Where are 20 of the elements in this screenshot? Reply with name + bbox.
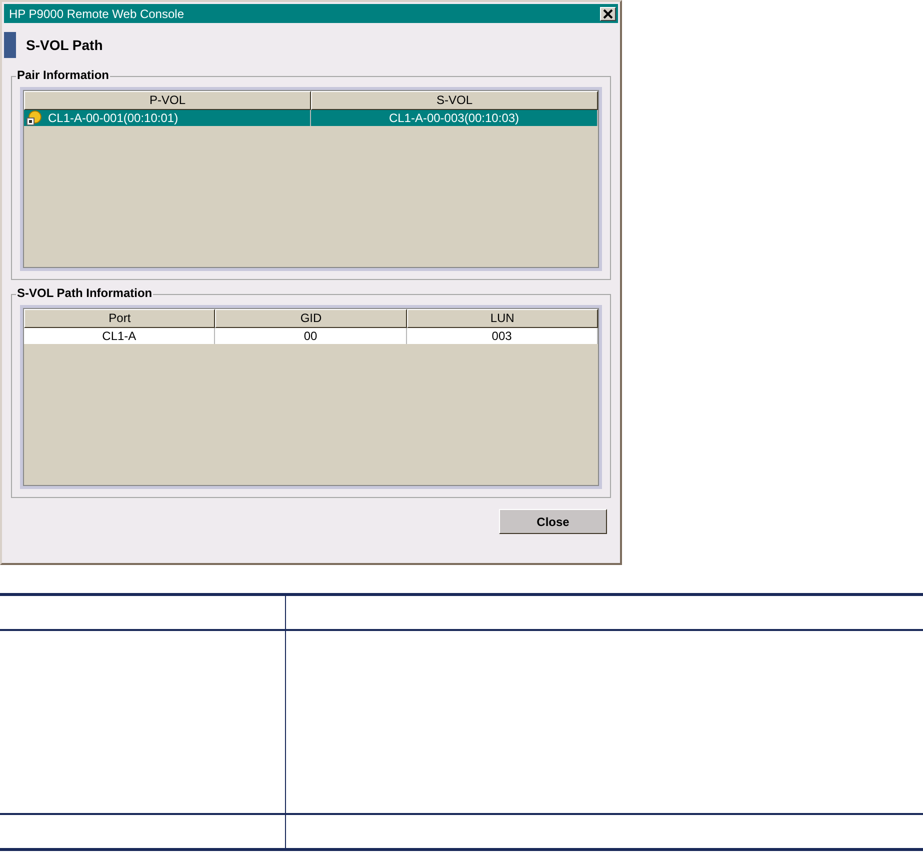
- table-cell: CL1-A-00-003(00:10:03): [388, 110, 520, 126]
- column-header[interactable]: GID: [215, 309, 407, 328]
- table-cell: CL1-A: [102, 328, 136, 344]
- group-title: Pair Information: [16, 68, 110, 82]
- table-cell: CL1-A-00-001(00:10:01): [48, 110, 178, 126]
- close-button[interactable]: Close: [499, 509, 607, 534]
- group-title: S-VOL Path Information: [16, 286, 154, 300]
- table-cell: 00: [304, 328, 318, 344]
- column-header[interactable]: P-VOL: [24, 91, 311, 110]
- column-header[interactable]: LUN: [406, 309, 598, 328]
- close-icon[interactable]: [600, 6, 616, 20]
- dialog-heading: S-VOL Path: [26, 37, 103, 53]
- table-cell: 003: [492, 328, 512, 344]
- window-title: HP P9000 Remote Web Console: [9, 6, 184, 20]
- header-accent-bar: [4, 32, 16, 58]
- table-row[interactable]: CL1-A-00-001(00:10:01) CL1-A-00-003(00:10:03): [24, 110, 598, 126]
- table-row[interactable]: CL1-A 00 003: [24, 328, 598, 344]
- column-header[interactable]: S-VOL: [311, 91, 598, 110]
- column-header[interactable]: Port: [24, 309, 216, 328]
- status-icon: [26, 110, 42, 126]
